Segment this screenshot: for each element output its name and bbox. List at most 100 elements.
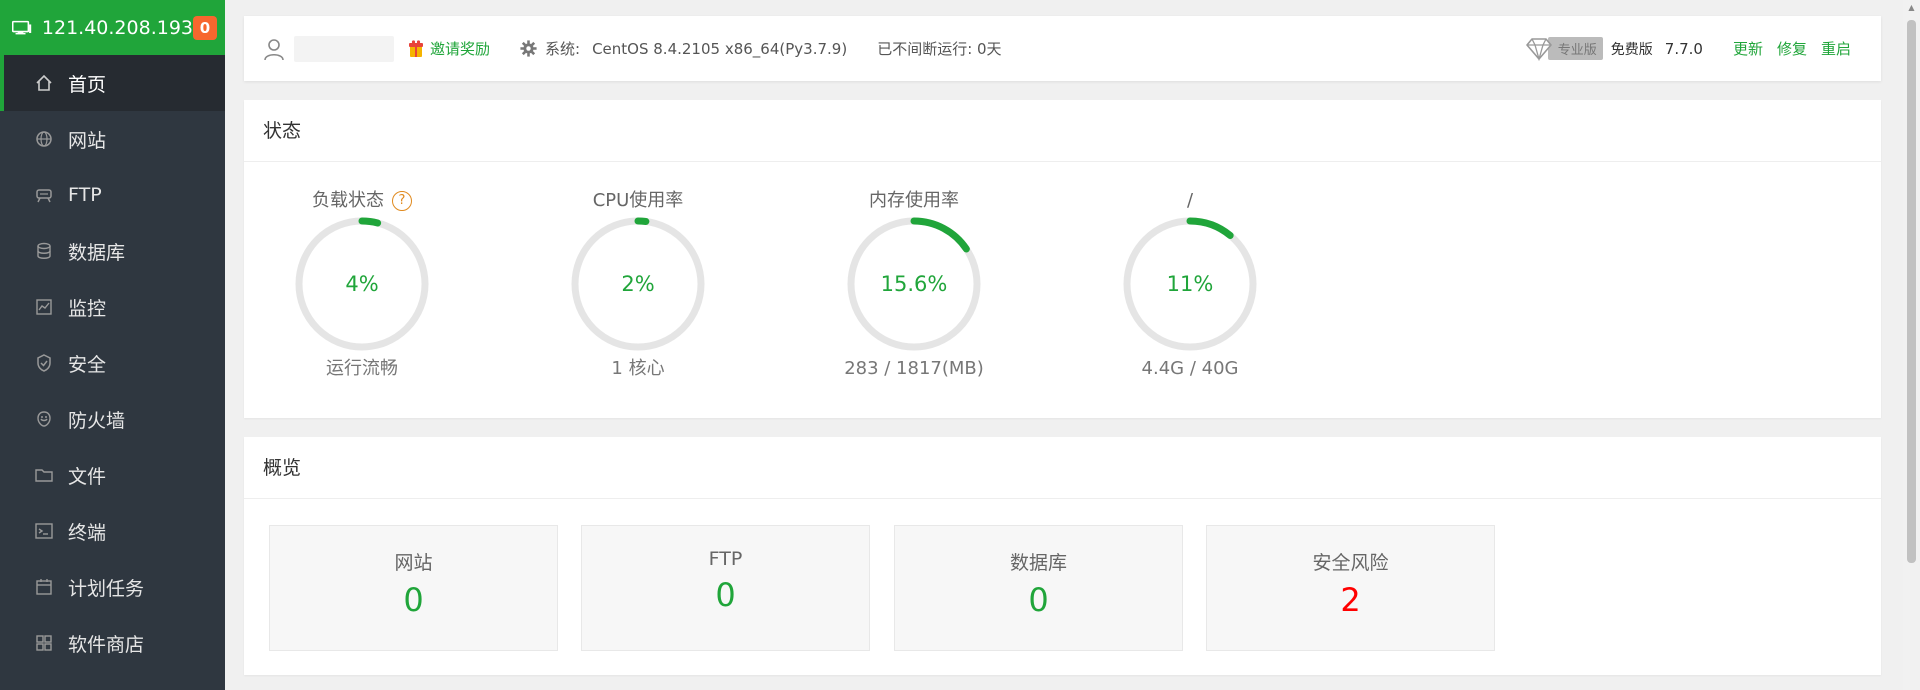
top-bar: 邀请奖励 系统: CentOS 8.4.2105 x86_64(Py3.7.9)… [244, 16, 1881, 81]
overview-card-value: 0 [403, 581, 424, 619]
user-icon[interactable] [262, 37, 286, 61]
sidebar-item-label: FTP [68, 184, 102, 206]
overview-card-value: 2 [1340, 581, 1361, 619]
sidebar-nav: 首页网站 FTP 数据库监控安全防火墙文件终端计划任务软件商店 [0, 55, 225, 671]
gauge-title-label: 负载状态 [312, 190, 384, 211]
server-badge[interactable]: 0 [193, 15, 217, 40]
server-header[interactable]: 121.40.208.193 0 [0, 0, 225, 55]
gauge-title: 负载状态? [262, 188, 462, 214]
sidebar-item-0[interactable]: 首页 [0, 55, 225, 111]
gauge-ring: 4% [292, 214, 432, 354]
status-panel: 状态 负载状态? 4% 运行流畅 CPU使用率 2% 1 核心 内存使用率 15.6% 283 … [244, 100, 1881, 418]
gauge-value: 15.6% [880, 272, 948, 296]
calendar-icon [34, 577, 54, 597]
system-info: 系统: CentOS 8.4.2105 x86_64(Py3.7.9) [520, 38, 847, 59]
sidebar-item-label: 监控 [68, 297, 107, 320]
gauge-title: CPU使用率 [538, 188, 738, 214]
sidebar: 121.40.208.193 0 首页网站 FTP 数据库监控安全防火墙文件终端计划… [0, 0, 225, 690]
sidebar-item-label: 计划任务 [68, 577, 145, 600]
server-ip: 121.40.208.193 [41, 16, 193, 39]
sidebar-item-7[interactable]: 文件 [0, 447, 225, 503]
sidebar-item-label: 网站 [68, 129, 107, 152]
status-title: 状态 [244, 100, 1881, 162]
gauge-ring: 15.6% [844, 214, 984, 354]
scroll-up-arrow[interactable]: ▲ [1907, 4, 1916, 12]
update-link[interactable]: 更新 [1733, 38, 1763, 59]
overview-title: 概览 [244, 437, 1881, 499]
gauge-title: / [1090, 188, 1290, 214]
repair-link[interactable]: 修复 [1777, 38, 1807, 59]
gauge-title-label: / [1186, 190, 1194, 211]
ftp-icon [34, 185, 54, 205]
overview-card[interactable]: 网站 0 [269, 525, 558, 651]
sidebar-item-3[interactable]: 数据库 [0, 223, 225, 279]
sidebar-item-1[interactable]: 网站 [0, 111, 225, 167]
invite-reward-link[interactable]: 邀请奖励 [408, 38, 490, 59]
overview-card-label: FTP [708, 548, 743, 570]
gauge-subtitle: 运行流畅 [326, 358, 398, 379]
system-value: CentOS 8.4.2105 x86_64(Py3.7.9) [592, 39, 848, 58]
gauge-ring: 2% [568, 214, 708, 354]
overview-card-label: 安全风险 [1312, 552, 1389, 574]
terminal-icon [34, 521, 54, 541]
folder-icon [34, 465, 54, 485]
username-redacted [294, 35, 394, 62]
system-label: 系统: [545, 40, 581, 58]
sidebar-item-2[interactable]: FTP [0, 167, 225, 223]
monitor-icon [34, 297, 54, 317]
sidebar-item-label: 终端 [68, 521, 107, 544]
sidebar-item-4[interactable]: 监控 [0, 279, 225, 335]
overview-card[interactable]: 数据库 0 [894, 525, 1183, 651]
gauge-value: 11% [1166, 272, 1214, 296]
overview-card[interactable]: 安全风险 2 [1206, 525, 1495, 651]
sidebar-item-5[interactable]: 安全 [0, 335, 225, 391]
pro-edition-badge[interactable]: 专业版 [1525, 37, 1603, 61]
status-gauge[interactable]: / 11% 4.4G / 40G [1090, 188, 1290, 382]
sidebar-item-label: 数据库 [68, 241, 126, 264]
version-area: 专业版 免费版 7.7.0 更新 修复 重启 [1525, 37, 1851, 61]
overview-card-value: 0 [1028, 581, 1049, 619]
overview-card-label: 网站 [394, 552, 433, 574]
gauge-title-label: 内存使用率 [869, 190, 959, 211]
globe-icon [34, 129, 54, 149]
overview-panel: 概览 网站 0 FTP 0 数据库 0 安全风险 2 [244, 437, 1881, 675]
gauge-subtitle: 4.4G / 40G [1141, 358, 1239, 379]
gauge-value: 4% [345, 272, 379, 296]
scrollbar[interactable]: ▲ [1903, 0, 1920, 690]
gear-icon [520, 40, 537, 57]
diamond-icon [1525, 37, 1552, 61]
gauge-ring: 11% [1120, 214, 1260, 354]
pro-edition-label: 专业版 [1547, 37, 1603, 60]
grid-icon [34, 633, 54, 653]
status-gauge[interactable]: CPU使用率 2% 1 核心 [538, 188, 738, 382]
sidebar-item-label: 软件商店 [68, 633, 145, 656]
gauge-subtitle: 283 / 1817(MB) [844, 358, 984, 379]
help-icon[interactable]: ? [392, 191, 412, 211]
version-number: 7.7.0 [1664, 39, 1703, 58]
overview-card[interactable]: FTP 0 [581, 525, 870, 651]
sidebar-item-6[interactable]: 防火墙 [0, 391, 225, 447]
gauge-subtitle: 1 核心 [611, 358, 665, 379]
gauge-title: 内存使用率 [814, 188, 1014, 214]
sidebar-item-label: 防火墙 [68, 409, 126, 432]
gift-icon [409, 39, 423, 57]
sidebar-item-8[interactable]: 终端 [0, 503, 225, 559]
overview-card-label: 数据库 [1009, 552, 1067, 574]
sidebar-item-10[interactable]: 软件商店 [0, 615, 225, 671]
status-gauge[interactable]: 内存使用率 15.6% 283 / 1817(MB) [814, 188, 1014, 382]
sidebar-item-label: 文件 [68, 465, 107, 488]
restart-link[interactable]: 重启 [1821, 38, 1851, 59]
invite-reward-label: 邀请奖励 [430, 40, 491, 58]
sidebar-item-label: 安全 [68, 353, 107, 376]
sidebar-item-label: 首页 [68, 73, 107, 96]
gauge-title-label: CPU使用率 [592, 190, 684, 211]
uptime-text: 已不间断运行: 0天 [877, 40, 1002, 58]
scroll-thumb[interactable] [1907, 20, 1916, 563]
status-gauge[interactable]: 负载状态? 4% 运行流畅 [262, 188, 462, 382]
sidebar-item-9[interactable]: 计划任务 [0, 559, 225, 615]
overview-card-value: 0 [715, 576, 736, 614]
gauge-value: 2% [621, 272, 655, 296]
firewall-icon [34, 409, 54, 429]
edition-label: 免费版 [1610, 41, 1653, 58]
shield-icon [34, 353, 54, 373]
